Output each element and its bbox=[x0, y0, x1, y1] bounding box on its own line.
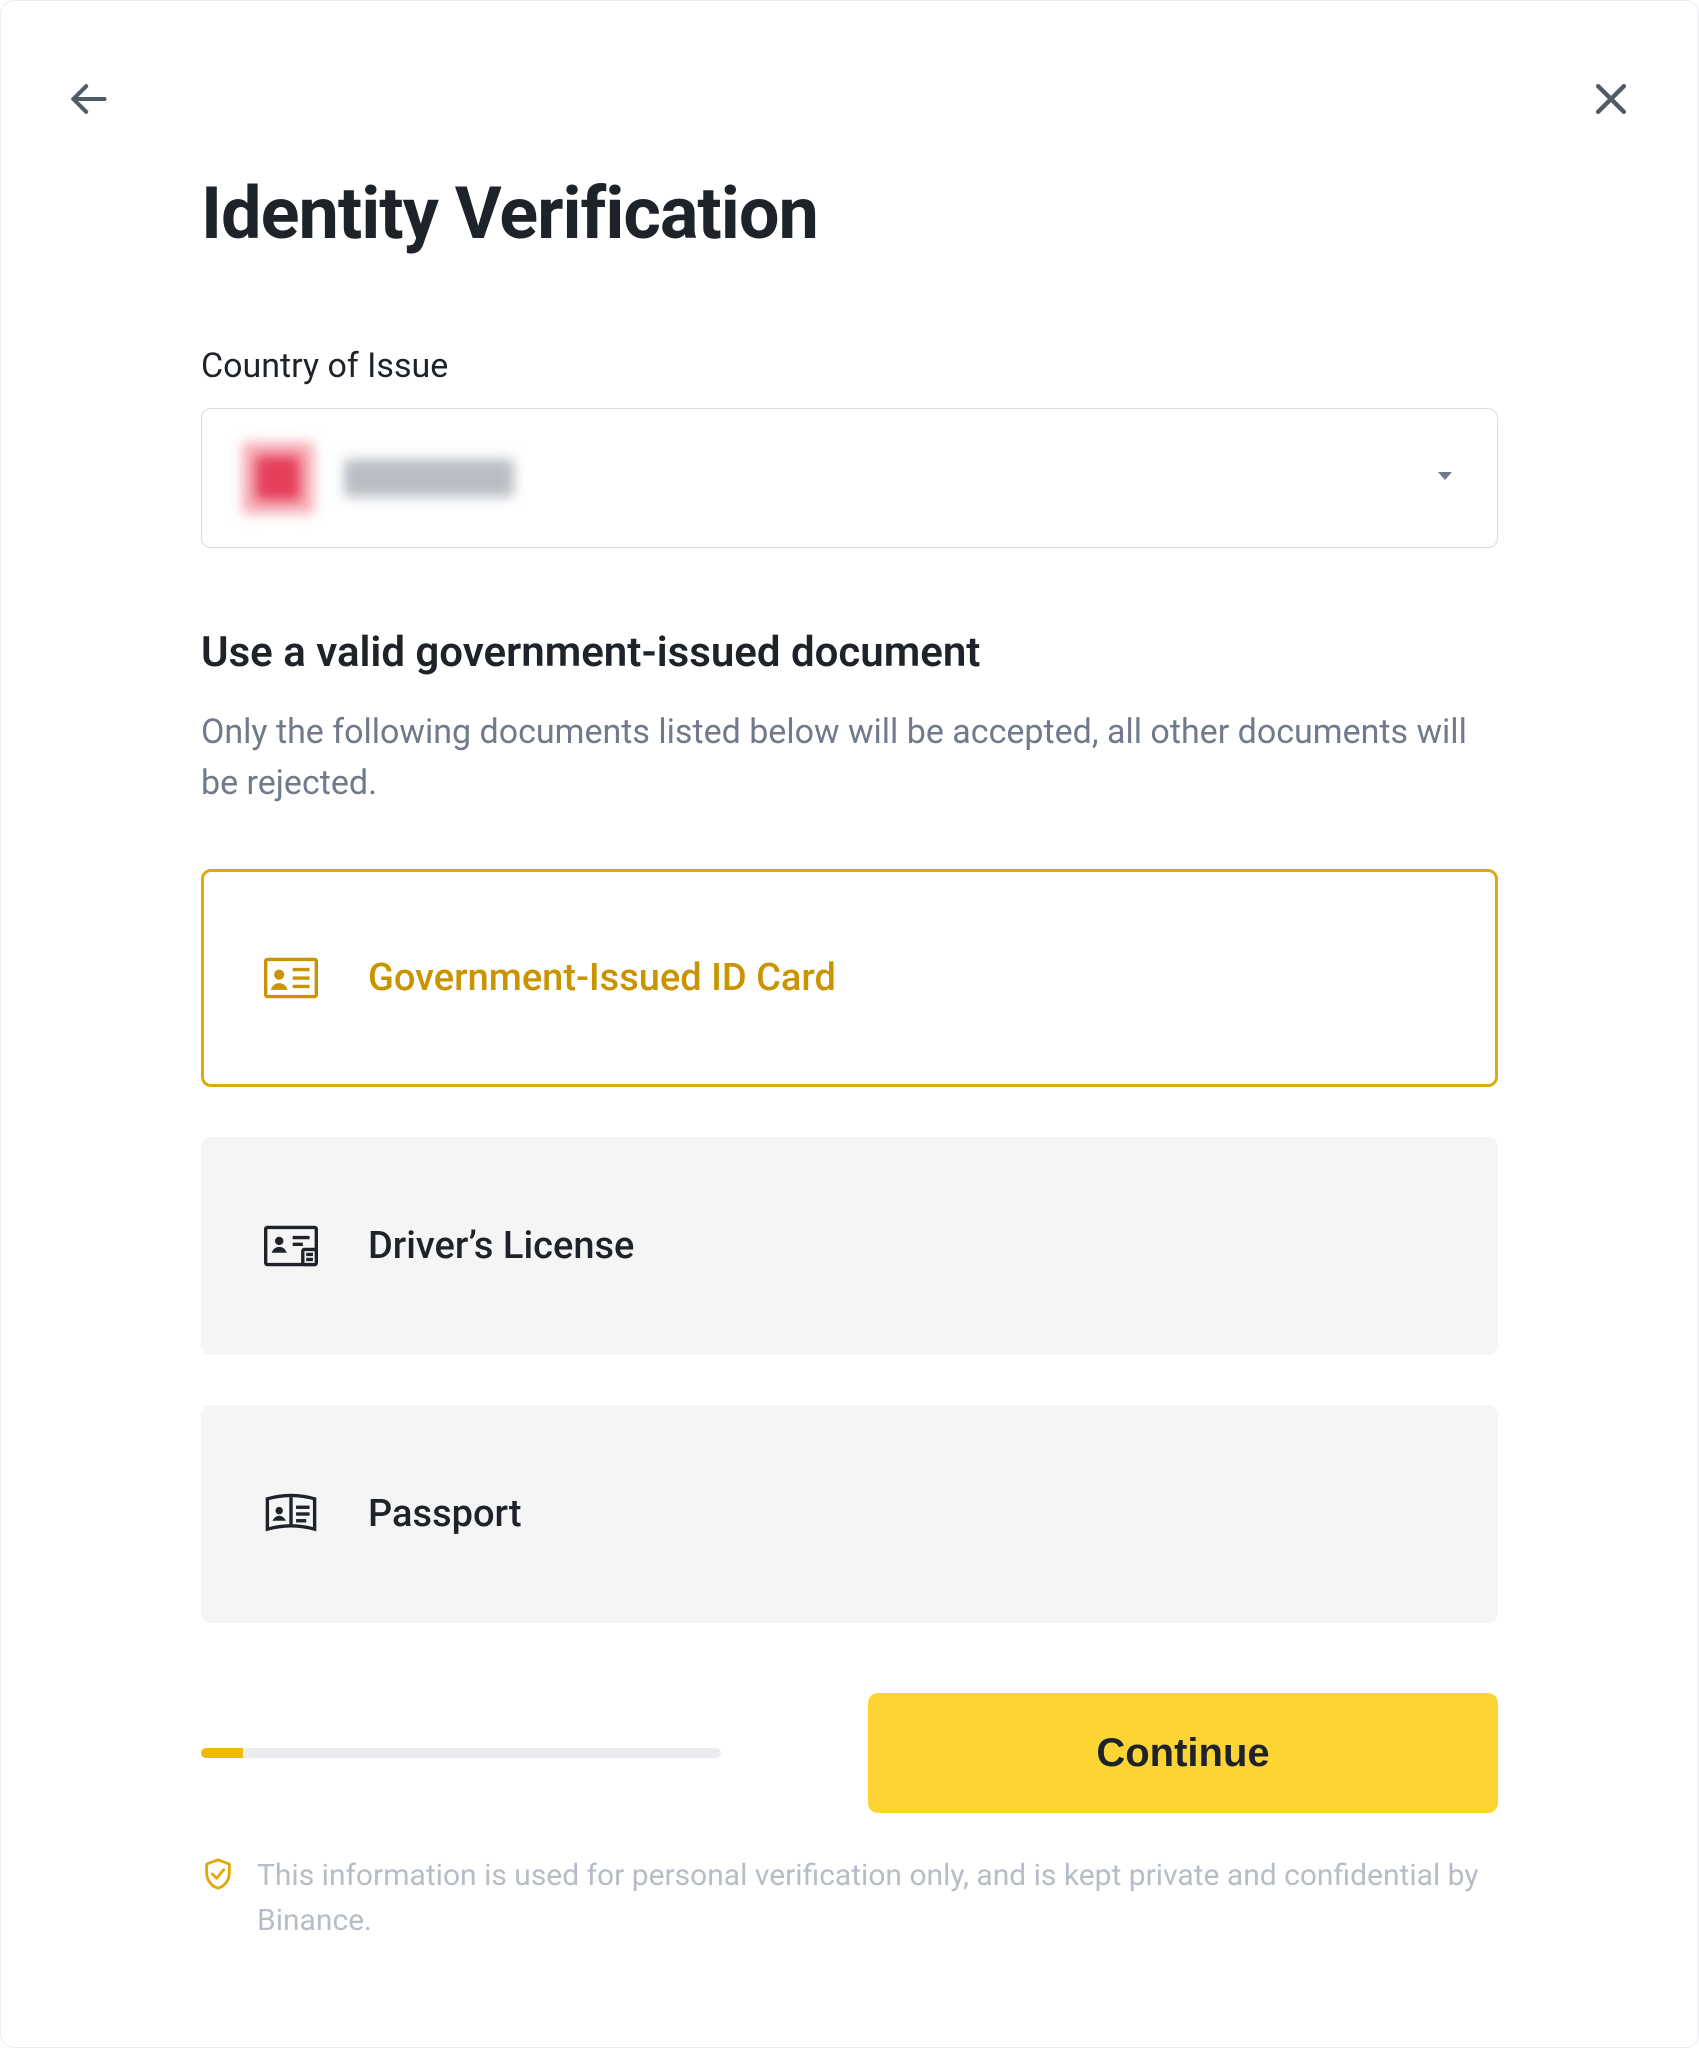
bottom-action-row: Continue bbox=[201, 1693, 1498, 1813]
flag-icon bbox=[242, 442, 314, 514]
country-label: Country of Issue bbox=[201, 346, 1498, 386]
doc-option-label: Driver’s License bbox=[368, 1224, 634, 1268]
doc-option-label: Government-Issued ID Card bbox=[368, 956, 836, 1000]
progress-bar bbox=[201, 1748, 721, 1758]
document-section-title: Use a valid government-issued document bbox=[201, 628, 1498, 677]
doc-option-label: Passport bbox=[368, 1492, 522, 1536]
identity-verification-modal: Identity Verification Country of Issue U… bbox=[0, 0, 1699, 2048]
modal-top-bar bbox=[1, 61, 1698, 141]
drivers-license-icon bbox=[264, 1224, 318, 1268]
doc-option-national-id[interactable]: Government-Issued ID Card bbox=[201, 869, 1498, 1087]
continue-button[interactable]: Continue bbox=[868, 1693, 1498, 1813]
close-icon bbox=[1589, 77, 1633, 125]
close-button[interactable] bbox=[1584, 74, 1638, 128]
country-select[interactable] bbox=[201, 408, 1498, 548]
page-title: Identity Verification bbox=[201, 171, 1498, 256]
privacy-text: This information is used for personal ve… bbox=[257, 1853, 1498, 1943]
back-button[interactable] bbox=[61, 74, 115, 128]
arrow-left-icon bbox=[66, 77, 110, 125]
id-card-icon bbox=[264, 956, 318, 1000]
chevron-down-icon bbox=[1433, 464, 1457, 492]
country-name-redacted bbox=[344, 459, 514, 497]
country-selected-value bbox=[242, 442, 514, 514]
shield-check-icon bbox=[201, 1857, 235, 1904]
privacy-footer: This information is used for personal ve… bbox=[201, 1853, 1498, 1943]
doc-option-drivers-license[interactable]: Driver’s License bbox=[201, 1137, 1498, 1355]
doc-option-passport[interactable]: Passport bbox=[201, 1405, 1498, 1623]
passport-icon bbox=[264, 1492, 318, 1536]
progress-fill bbox=[201, 1748, 243, 1758]
document-helper-text: Only the following documents listed belo… bbox=[201, 707, 1498, 809]
